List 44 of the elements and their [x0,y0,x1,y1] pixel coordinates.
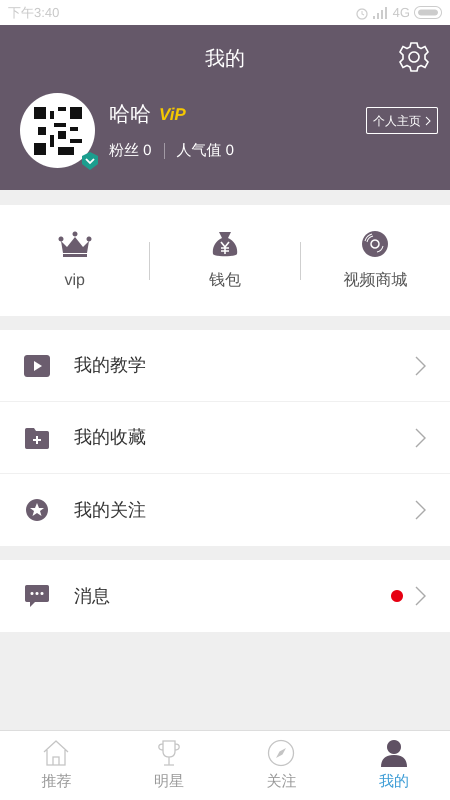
settings-icon[interactable] [398,41,430,73]
folder-plus-icon [25,426,49,448]
tab-label: 明星 [154,772,184,792]
chevron-icon [415,586,426,606]
page-title: 我的 [205,47,245,72]
compass-icon [267,739,296,767]
battery-icon [414,6,442,19]
shortcut-label: 视频商城 [343,270,408,290]
fans-count: 粉丝 0 [109,141,152,161]
menu-label: 我的收藏 [74,426,147,449]
money-bag-icon [210,230,239,258]
chevron-icon [425,116,431,126]
shortcut-item[interactable]: 视频商城 [300,228,450,292]
menu-row[interactable]: 消息 [0,560,450,632]
shortcut-label: vip [64,270,85,290]
video-camera-icon [24,354,50,376]
shortcut-label: 钱包 [208,270,241,290]
menu-label: 我的关注 [74,498,147,522]
chat-icon [25,585,49,607]
menu-row[interactable]: 我的关注 [0,474,450,546]
tab-label: 我的 [378,772,409,792]
tab-label: 推荐 [41,772,72,792]
homepage-button[interactable]: 个人主页 [366,107,438,134]
alarm-icon [354,6,369,20]
menu-label: 我的教学 [74,354,147,377]
menu-row[interactable]: 我的收藏 [0,402,450,474]
chevron-icon [415,500,426,520]
vip-label: ViP [159,104,186,126]
home-icon [42,739,70,767]
person-icon [380,739,408,767]
tab-label: 关注 [266,772,296,792]
popularity-count: 人气值 0 [176,141,234,161]
qr-code-icon [34,106,82,154]
menu-label: 消息 [74,584,111,608]
chevron-icon [415,428,426,448]
disc-icon [361,230,390,258]
trophy-icon [156,739,182,767]
signal-icon [372,6,389,18]
menu-row[interactable]: 我的教学 [0,330,450,402]
shortcut-item[interactable]: vip [0,228,150,292]
crown-icon [58,230,92,256]
shortcut-item[interactable]: 钱包 [150,228,300,292]
user-name: 哈哈 [109,102,151,128]
chevron-icon [415,356,426,376]
